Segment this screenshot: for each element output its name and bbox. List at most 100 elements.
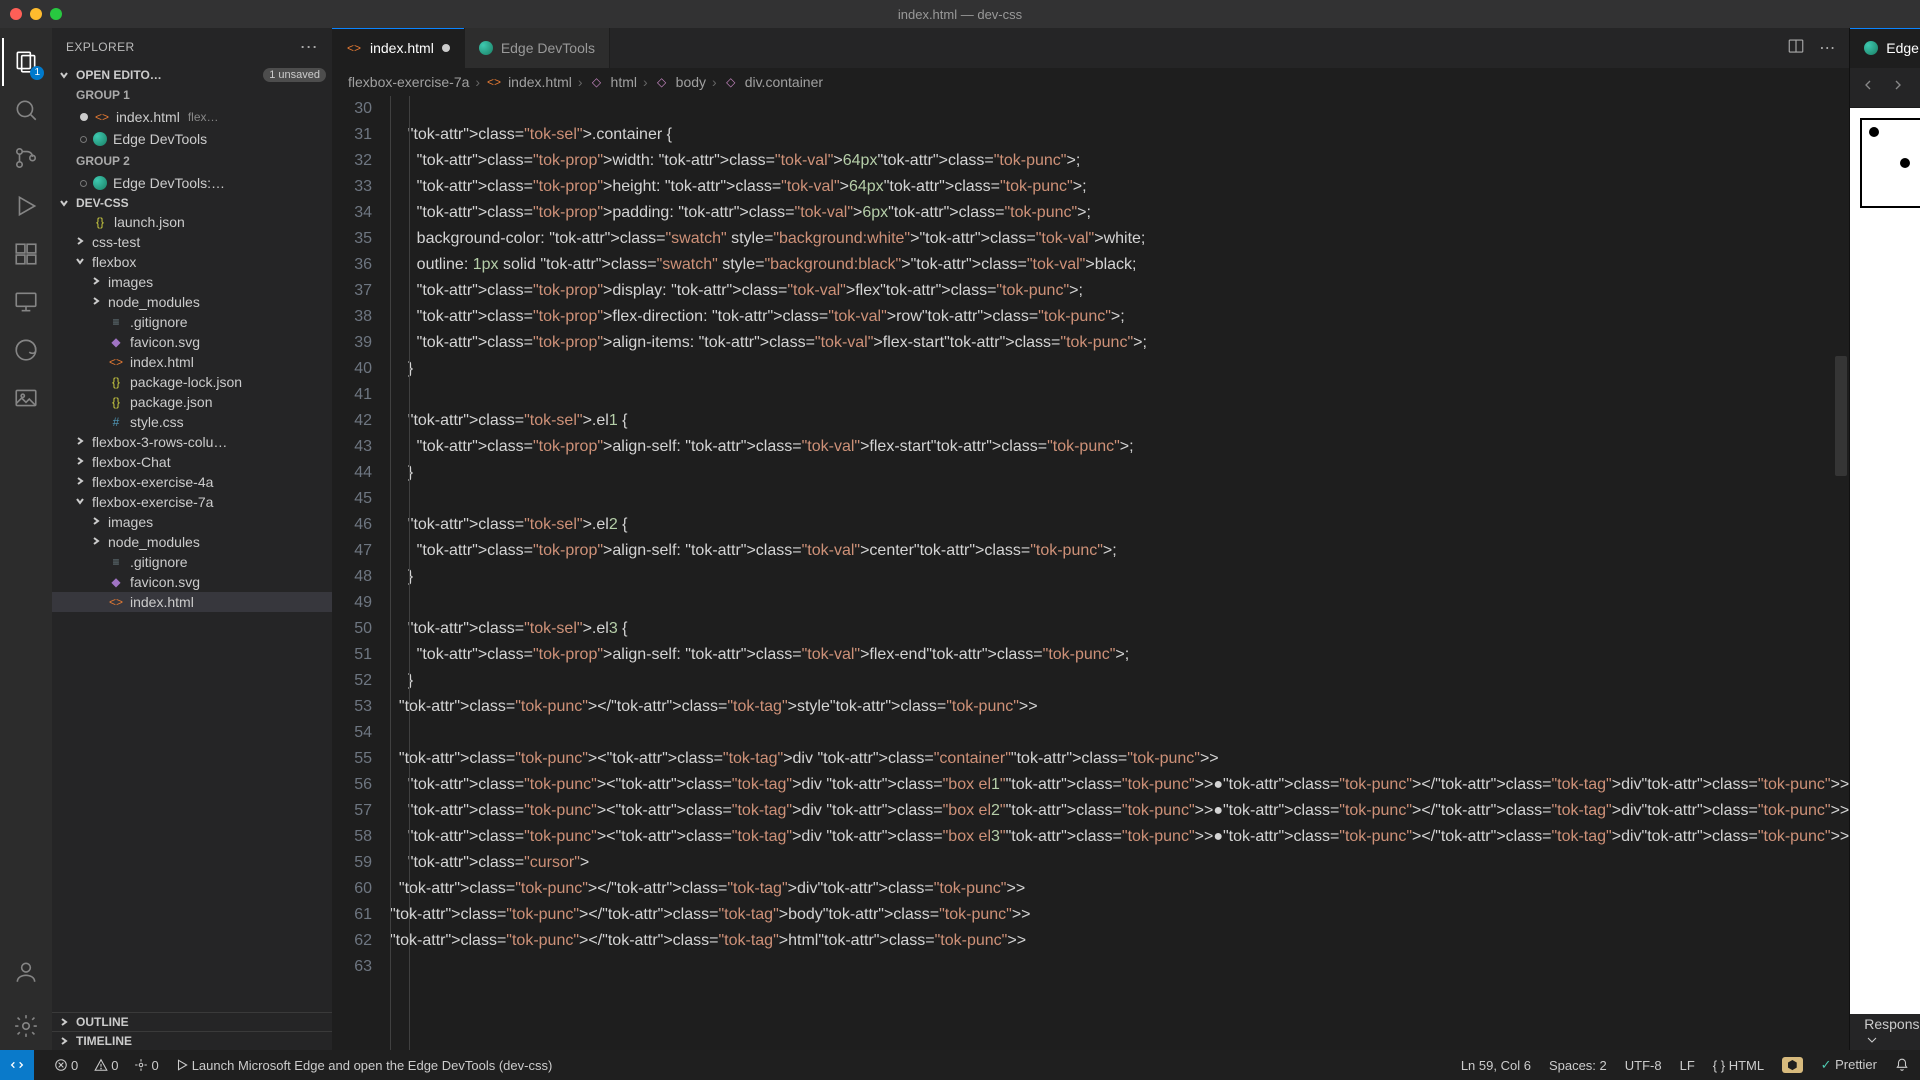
minimize-window-button[interactable] (30, 8, 42, 20)
tab-index-html[interactable]: <> index.html (332, 28, 465, 68)
launch-edge-button[interactable]: Launch Microsoft Edge and open the Edge … (175, 1058, 553, 1073)
eol-button[interactable]: LF (1680, 1058, 1695, 1073)
image-icon[interactable] (2, 374, 50, 422)
tree-folder[interactable]: node_modules (52, 292, 332, 312)
tab-edge-browser[interactable]: Edge DevTools: Browser ✕ (1850, 28, 1920, 68)
html-file-icon: <> (94, 109, 110, 125)
more-icon[interactable]: ⋯ (1819, 38, 1835, 58)
tree-folder[interactable]: css-test (52, 232, 332, 252)
explorer-icon[interactable]: 1 (2, 38, 50, 86)
browser-preview[interactable] (1850, 108, 1920, 1014)
code-content[interactable]: "tok-attr">class="tok-sel">.container { … (390, 96, 1849, 1050)
tree-folder[interactable]: flexbox-3-rows-colu… (52, 432, 332, 452)
extensions-icon[interactable] (2, 230, 50, 278)
breadcrumb-item[interactable]: flexbox-exercise-7a (348, 74, 469, 90)
tab-bar: Edge DevTools: Browser ✕ ⋯ (1850, 28, 1920, 68)
language-mode-button[interactable]: { } HTML (1713, 1058, 1764, 1073)
scrollbar-thumb[interactable] (1835, 356, 1847, 476)
file-name: Edge DevTools:… (113, 175, 225, 191)
main-area: <> index.html Edge DevTools ⋯ flexbox-ex… (332, 28, 1920, 1050)
breadcrumb[interactable]: flexbox-exercise-7a› <>index.html› ◇html… (332, 68, 1849, 96)
maximize-window-button[interactable] (50, 8, 62, 20)
close-window-button[interactable] (10, 8, 22, 20)
tree-folder[interactable]: flexbox (52, 252, 332, 272)
tree-folder[interactable]: node_modules (52, 532, 332, 552)
breadcrumb-item[interactable]: div.container (745, 74, 823, 90)
edge-icon (1864, 41, 1878, 55)
breadcrumb-item[interactable]: index.html (508, 74, 572, 90)
breadcrumb-item[interactable]: body (676, 74, 706, 90)
code-editor[interactable]: 30 31 32 33 34 35 36 37 38 39 40 41 42 4… (332, 96, 1849, 1050)
notifications-icon[interactable] (1895, 1058, 1912, 1073)
window-title: index.html — dev-css (898, 7, 1022, 22)
tree-folder[interactable]: flexbox-exercise-4a (52, 472, 332, 492)
forward-icon[interactable] (1890, 77, 1906, 98)
tree-folder[interactable]: images (52, 272, 332, 292)
sidebar-title: EXPLORER (66, 40, 135, 54)
symbol-icon: ◇ (654, 74, 670, 90)
editor-group-1: <> index.html Edge DevTools ⋯ flexbox-ex… (332, 28, 1850, 1050)
sidebar-more-icon[interactable]: ⋯ (300, 37, 318, 58)
source-control-icon[interactable] (2, 134, 50, 182)
tree-file[interactable]: {}launch.json (52, 212, 332, 232)
remote-explorer-icon[interactable] (2, 278, 50, 326)
split-editor-icon[interactable] (1787, 37, 1805, 60)
titlebar: index.html — dev-css (0, 0, 1920, 28)
tree-file[interactable]: #style.css (52, 412, 332, 432)
tab-label: Edge DevTools (501, 40, 595, 56)
remote-button[interactable] (0, 1050, 34, 1080)
tab-label: Edge DevTools: Browser (1886, 40, 1920, 56)
tree-file[interactable]: {}package-lock.json (52, 372, 332, 392)
dice-dot (1869, 127, 1879, 137)
tree-file[interactable]: ◆favicon.svg (52, 332, 332, 352)
settings-gear-icon[interactable] (2, 1002, 50, 1050)
indentation-button[interactable]: Spaces: 2 (1549, 1058, 1607, 1073)
preview-status-bar: Responsive 444 ✕ 570 (1850, 1014, 1920, 1050)
ports-button[interactable]: 0 (134, 1058, 158, 1073)
tree-file[interactable]: ◆favicon.svg (52, 572, 332, 592)
tree-file[interactable]: {}package.json (52, 392, 332, 412)
warnings-button[interactable]: 0 (94, 1058, 118, 1073)
run-debug-icon[interactable] (2, 182, 50, 230)
account-icon[interactable] (2, 948, 50, 996)
eslint-badge[interactable]: ⬢ (1782, 1057, 1802, 1073)
tree-folder[interactable]: images (52, 512, 332, 532)
tree-file[interactable]: <>index.html (52, 592, 332, 612)
outline-header[interactable]: OUTLINE (52, 1012, 332, 1031)
activity-bar: 1 (0, 28, 52, 1050)
open-editor-item[interactable]: Edge DevTools:… (52, 172, 332, 194)
edge-icon (93, 176, 107, 190)
tab-edge-devtools[interactable]: Edge DevTools (465, 28, 610, 68)
tree-file[interactable]: <>index.html (52, 352, 332, 372)
edge-icon (479, 41, 493, 55)
tree-file[interactable]: ≡.gitignore (52, 552, 332, 572)
tree-folder[interactable]: flexbox-Chat (52, 452, 332, 472)
cursor-position[interactable]: Ln 59, Col 6 (1461, 1058, 1531, 1073)
responsive-dropdown[interactable]: Responsive (1864, 1016, 1920, 1049)
browser-nav (1860, 77, 1920, 98)
outline-label: OUTLINE (76, 1015, 129, 1029)
html-file-icon: <> (486, 74, 502, 90)
errors-button[interactable]: 0 (54, 1058, 78, 1073)
close-hint-icon (80, 136, 87, 143)
timeline-header[interactable]: TIMELINE (52, 1031, 332, 1050)
edge-icon (93, 132, 107, 146)
open-editors-header[interactable]: OPEN EDITO… 1 unsaved (52, 66, 332, 84)
tree-file[interactable]: ≡.gitignore (52, 312, 332, 332)
edge-tools-icon[interactable] (2, 326, 50, 374)
open-editor-item[interactable]: <> index.html flex… (52, 106, 332, 128)
editor-scrollbar[interactable] (1835, 96, 1847, 1050)
search-icon[interactable] (2, 86, 50, 134)
file-name: Edge DevTools (113, 131, 207, 147)
html-file-icon: <> (346, 40, 362, 56)
open-editor-item[interactable]: Edge DevTools (52, 128, 332, 150)
back-icon[interactable] (1860, 77, 1876, 98)
browser-toolbar: http://localhost:3000/ (1850, 68, 1920, 108)
breadcrumb-item[interactable]: html (611, 74, 637, 90)
encoding-button[interactable]: UTF-8 (1625, 1058, 1662, 1073)
dice-dot (1900, 158, 1910, 168)
dirty-dot-icon (80, 113, 88, 121)
prettier-button[interactable]: Prettier (1821, 1057, 1877, 1073)
project-header[interactable]: DEV-CSS (52, 194, 332, 212)
tree-folder[interactable]: flexbox-exercise-7a (52, 492, 332, 512)
